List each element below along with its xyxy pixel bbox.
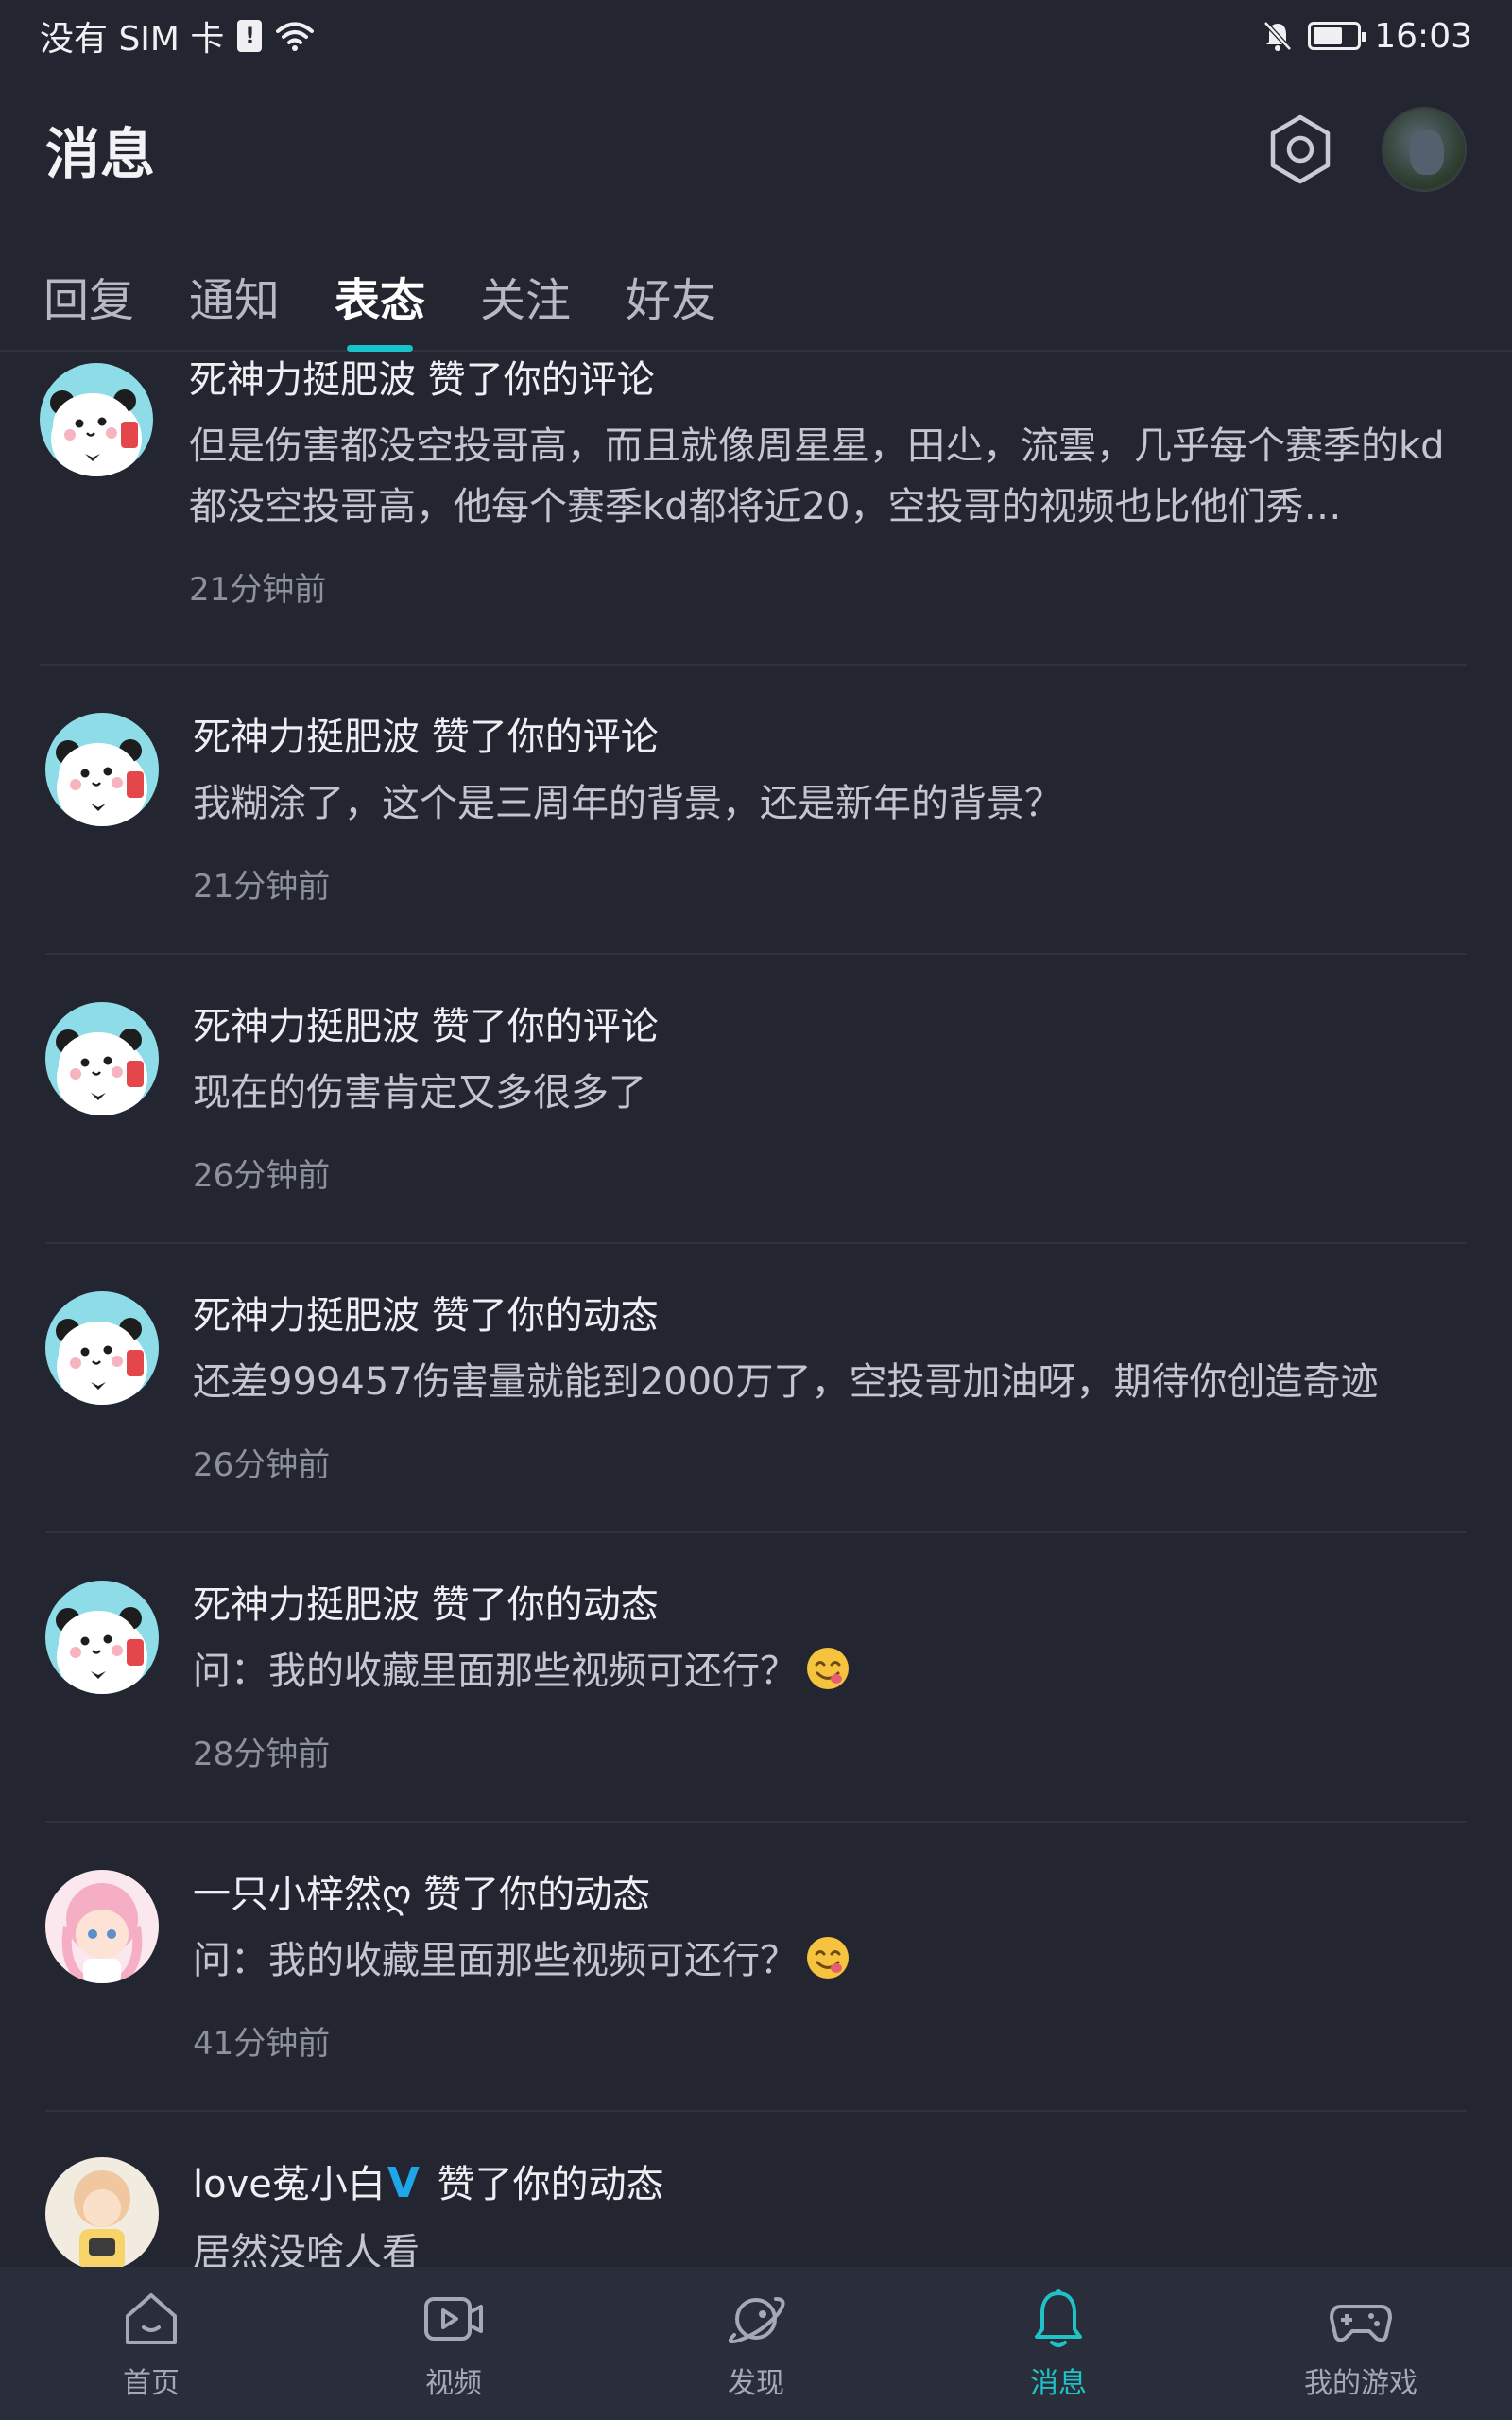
list-item[interactable]: 死神力挺肥波 赞了你的评论 但是伤害都没空投哥高，而且就像周星星，田尐，流雲，几… (40, 354, 1467, 666)
wifi-icon (276, 22, 315, 51)
avatar[interactable] (45, 2157, 159, 2267)
comment-text[interactable]: 现在的伤害肯定又多很多了 (193, 1063, 1467, 1123)
username[interactable]: 一只小梓然ღ (193, 1873, 411, 1916)
item-title: 死神力挺肥波 赞了你的动态 (193, 1293, 1467, 1339)
page-title: 消息 (45, 122, 156, 186)
bottom-nav: 首页 视频 发现 消息 我的游戏 (0, 2267, 1512, 2420)
action-text: 赞了你的评论 (431, 1005, 659, 1048)
avatar[interactable] (45, 1870, 159, 1983)
avatar[interactable] (40, 363, 153, 476)
battery-level (1314, 27, 1343, 44)
avatar[interactable] (45, 713, 159, 826)
settings-button[interactable] (1261, 110, 1340, 189)
clock-time: 16:03 (1374, 16, 1472, 56)
gear-icon (1270, 114, 1331, 184)
timestamp: 26分钟前 (193, 1446, 331, 1484)
username[interactable]: 死神力挺肥波 (193, 716, 420, 759)
tab-bar: 回复 通知 表态 关注 好友 (0, 248, 1512, 352)
carrier-text: 没有 SIM 卡 (40, 20, 225, 59)
post-text[interactable]: 居然没啥人看 (193, 2222, 1467, 2267)
comment-text[interactable]: 但是伤害都没空投哥高，而且就像周星星，田尐，流雲，几乎每个赛季的kd都没空投哥高… (189, 416, 1467, 537)
planet-icon (728, 2297, 785, 2344)
tab-reactions[interactable]: 表态 (335, 248, 425, 352)
post-text[interactable]: 问：我的收藏里面那些视频可还行？ (193, 1930, 1467, 1991)
timestamp: 26分钟前 (193, 1157, 331, 1195)
username[interactable]: 死神力挺肥波 (193, 1294, 420, 1338)
avatar[interactable] (45, 1291, 159, 1405)
nav-video[interactable]: 视频 (302, 2286, 605, 2401)
verified-badge-icon: V (387, 2159, 420, 2207)
post-text-content: 问：我的收藏里面那些视频可还行？ (193, 1650, 798, 1693)
mute-bell-icon (1263, 21, 1293, 51)
yum-emoji-icon (805, 1646, 850, 1691)
status-bar: 没有 SIM 卡 ! 16:03 (0, 0, 1512, 72)
item-title: 死神力挺肥波 赞了你的评论 (193, 1004, 1467, 1049)
nav-home-label: 首页 (123, 2367, 180, 2400)
list-item[interactable]: 死神力挺肥波 赞了你的动态 还差999457伤害量就能到2000万了，空投哥加油… (45, 1244, 1467, 1533)
timestamp: 21分钟前 (189, 571, 327, 609)
nav-discover-label: 发现 (728, 2367, 784, 2400)
username[interactable]: 死神力挺肥波 (189, 358, 416, 402)
nav-home[interactable]: 首页 (0, 2286, 302, 2401)
battery-icon (1308, 22, 1367, 50)
username[interactable]: 死神力挺肥波 (193, 1583, 420, 1627)
item-title: 一只小梓然ღ 赞了你的动态 (193, 1872, 1467, 1917)
reaction-list[interactable]: 死神力挺肥波 赞了你的评论 但是伤害都没空投哥高，而且就像周星星，田尐，流雲，几… (0, 354, 1512, 2267)
user-avatar[interactable] (1382, 107, 1467, 192)
timestamp: 21分钟前 (193, 868, 331, 906)
header: 消息 (0, 91, 1512, 208)
yum-emoji-icon (805, 1935, 850, 1980)
avatar[interactable] (45, 1581, 159, 1694)
action-text: 赞了你的动态 (431, 1294, 659, 1338)
status-left: 没有 SIM 卡 ! (40, 11, 315, 60)
list-item[interactable]: 死神力挺肥波 赞了你的动态 问：我的收藏里面那些视频可还行？ 28分钟前 (45, 1533, 1467, 1823)
tab-replies[interactable]: 回复 (43, 248, 134, 352)
list-item[interactable]: 一只小梓然ღ 赞了你的动态 问：我的收藏里面那些视频可还行？ 41分钟前 (45, 1823, 1467, 2112)
username[interactable]: 死神力挺肥波 (193, 1005, 420, 1048)
post-text-content: 问：我的收藏里面那些视频可还行？ (193, 1939, 798, 1982)
nav-messages-label: 消息 (1030, 2367, 1087, 2400)
action-text: 赞了你的评论 (431, 716, 659, 759)
status-right: 16:03 (1261, 17, 1472, 56)
timestamp: 41分钟前 (193, 2025, 331, 2063)
header-actions (1261, 107, 1467, 192)
tab-notifications[interactable]: 通知 (189, 248, 280, 352)
nav-messages[interactable]: 消息 (907, 2286, 1210, 2401)
action-text: 赞了你的评论 (427, 358, 655, 402)
avatar[interactable] (45, 1002, 159, 1115)
nav-discover[interactable]: 发现 (605, 2286, 907, 2401)
bell-icon (1035, 2289, 1082, 2347)
nav-my-games[interactable]: 我的游戏 (1210, 2286, 1512, 2401)
nav-my-games-label: 我的游戏 (1304, 2367, 1418, 2400)
timestamp: 28分钟前 (193, 1736, 331, 1773)
action-text: 赞了你的动态 (437, 2163, 664, 2206)
item-title: love菟小白V 赞了你的动态 (193, 2159, 1467, 2209)
item-title: 死神力挺肥波 赞了你的评论 (193, 715, 1467, 760)
gamepad-icon (1330, 2305, 1392, 2342)
sim-alert-icon: ! (237, 20, 263, 52)
username[interactable]: love菟小白 (193, 2163, 386, 2206)
video-icon (424, 2297, 483, 2341)
tab-friends[interactable]: 好友 (626, 248, 716, 352)
tab-follows[interactable]: 关注 (480, 248, 571, 352)
action-text: 赞了你的动态 (423, 1873, 651, 1916)
action-text: 赞了你的动态 (431, 1583, 659, 1627)
post-text[interactable]: 问：我的收藏里面那些视频可还行？ (193, 1641, 1467, 1702)
item-title: 死神力挺肥波 赞了你的动态 (193, 1582, 1467, 1628)
home-icon (126, 2293, 177, 2344)
post-text[interactable]: 还差999457伤害量就能到2000万了，空投哥加油呀，期待你创造奇迹 (193, 1352, 1467, 1412)
list-item[interactable]: 死神力挺肥波 赞了你的评论 现在的伤害肯定又多很多了 26分钟前 (45, 955, 1467, 1244)
nav-video-label: 视频 (425, 2367, 482, 2400)
comment-text[interactable]: 我糊涂了，这个是三周年的背景，还是新年的背景？ (193, 773, 1467, 834)
list-item[interactable]: 死神力挺肥波 赞了你的评论 我糊涂了，这个是三周年的背景，还是新年的背景？ 21… (45, 666, 1467, 955)
item-title: 死神力挺肥波 赞了你的评论 (189, 357, 1467, 403)
list-item[interactable]: love菟小白V 赞了你的动态 居然没啥人看 (45, 2112, 1467, 2267)
